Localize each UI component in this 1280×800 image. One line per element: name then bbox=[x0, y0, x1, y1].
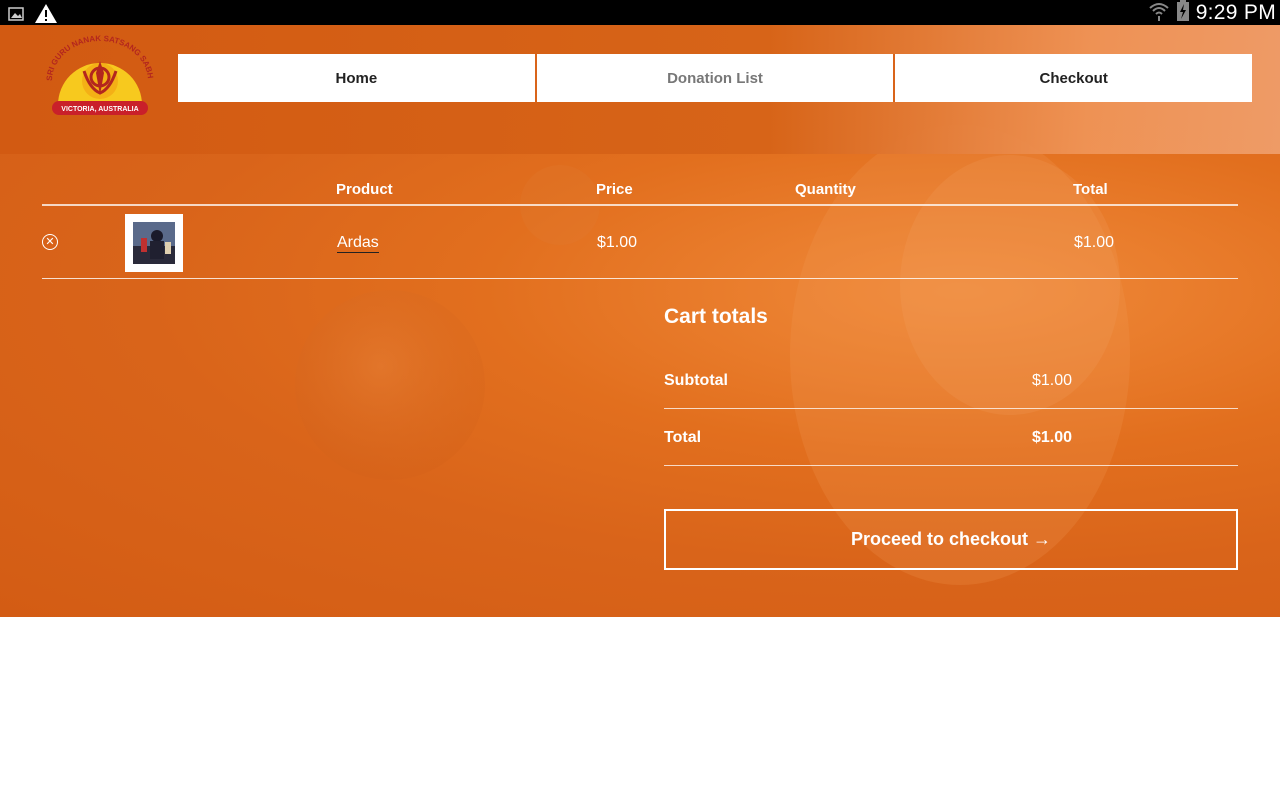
total-row: Total $1.00 bbox=[664, 409, 1238, 466]
nav-donation-list[interactable]: Donation List bbox=[537, 54, 896, 102]
header-total: Total bbox=[1073, 181, 1108, 198]
product-link[interactable]: Ardas bbox=[337, 234, 379, 253]
header-product: Product bbox=[336, 181, 393, 198]
product-total: $1.00 bbox=[1074, 234, 1115, 251]
nav-checkout[interactable]: Checkout bbox=[895, 54, 1252, 102]
battery-charging-icon bbox=[1176, 0, 1190, 26]
subtotal-row: Subtotal $1.00 bbox=[664, 352, 1238, 409]
header-price: Price bbox=[596, 181, 633, 198]
subtotal-value: $1.00 bbox=[1032, 372, 1073, 389]
proceed-to-checkout-button[interactable]: Proceed to checkout → bbox=[664, 509, 1238, 570]
total-label: Total bbox=[664, 429, 702, 446]
cart-totals: Cart totals Subtotal $1.00 Total $1.00 P… bbox=[664, 303, 1238, 570]
cart-totals-title: Cart totals bbox=[664, 305, 768, 328]
table-row: ✕ Ardas $1.00 $1.00 bbox=[42, 206, 1238, 279]
product-price: $1.00 bbox=[597, 234, 638, 251]
subtotal-label: Subtotal bbox=[664, 372, 728, 389]
cart-table: Product Price Quantity Total ✕ Ardas $1.… bbox=[42, 175, 1238, 279]
nav-home[interactable]: Home bbox=[178, 54, 537, 102]
remove-item-icon[interactable]: ✕ bbox=[42, 234, 58, 250]
total-value: $1.00 bbox=[1032, 429, 1073, 446]
product-thumbnail[interactable] bbox=[125, 214, 183, 272]
page-hero: SRI GURU NANAK SATSANG SABHA VICTORIA, A… bbox=[0, 25, 1280, 617]
wifi-icon bbox=[1148, 0, 1170, 26]
header-quantity: Quantity bbox=[795, 181, 856, 198]
image-icon bbox=[8, 6, 24, 26]
main-nav: Home Donation List Checkout bbox=[178, 54, 1252, 102]
site-logo[interactable]: SRI GURU NANAK SATSANG SABHA VICTORIA, A… bbox=[41, 26, 156, 117]
cart-table-header: Product Price Quantity Total bbox=[42, 175, 1238, 206]
clock: 9:29 PM bbox=[1195, 0, 1276, 24]
logo-banner-text: VICTORIA, AUSTRALIA bbox=[61, 106, 138, 113]
status-bar: 9:29 PM bbox=[0, 0, 1280, 25]
